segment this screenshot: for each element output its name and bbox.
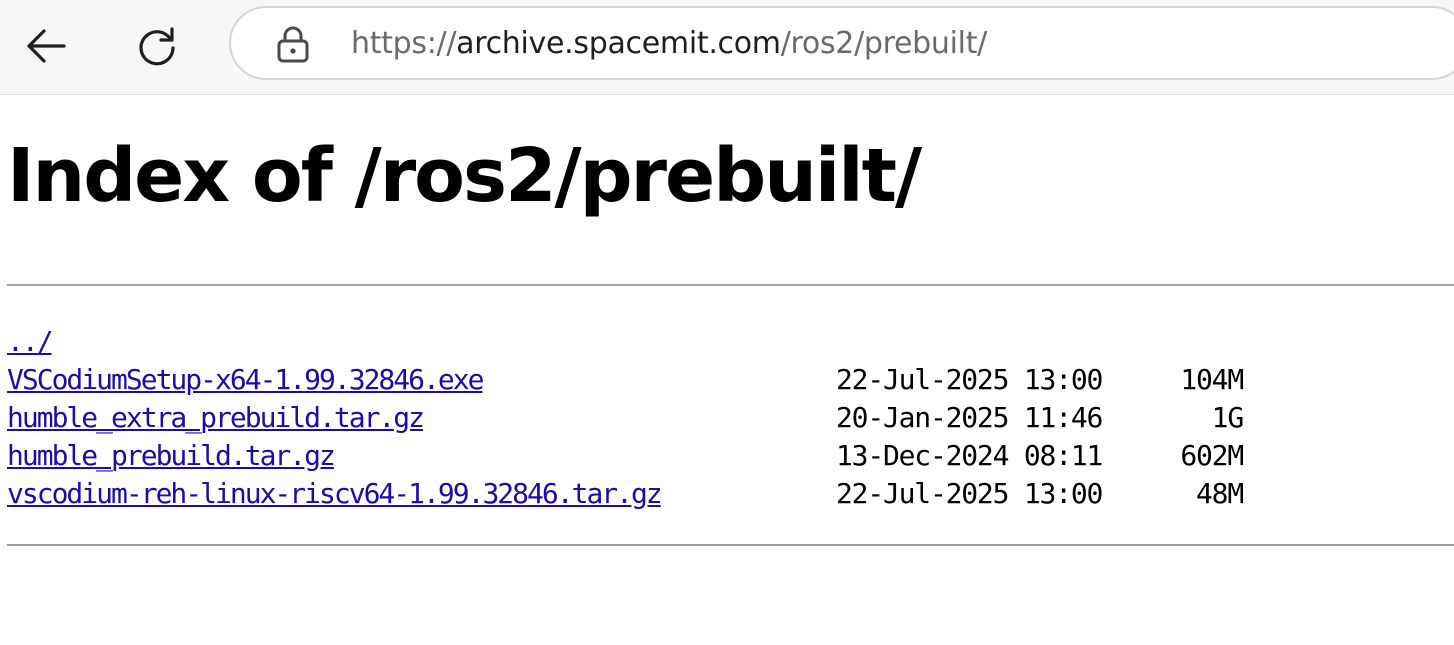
file-size: 48M xyxy=(1196,477,1244,510)
file-date: 22-Jul-2025 13:00 xyxy=(836,477,1103,510)
address-bar[interactable]: https://archive.spacemit.com/ros2/prebui… xyxy=(229,6,1454,80)
page-content: Index of /ros2/prebuilt/ ../ VSCodiumSet… xyxy=(0,95,1454,645)
divider-bottom xyxy=(7,544,1454,546)
browser-toolbar: https://archive.spacemit.com/ros2/prebui… xyxy=(0,0,1454,95)
parent-directory-link[interactable]: ../ xyxy=(7,323,54,361)
file-link[interactable]: VSCodiumSetup-x64-1.99.32846.exe xyxy=(7,361,484,399)
back-arrow-icon xyxy=(27,29,66,63)
url-path: /ros2/prebuilt/ xyxy=(780,26,988,61)
divider-top xyxy=(7,284,1454,286)
file-date: 13-Dec-2024 08:11 xyxy=(836,439,1103,472)
url-host: archive.spacemit.com xyxy=(456,26,781,61)
url-scheme: https:// xyxy=(351,26,457,61)
file-size: 104M xyxy=(1180,363,1244,396)
file-size: 602M xyxy=(1180,439,1244,472)
file-link[interactable]: vscodium-reh-linux-riscv64-1.99.32846.ta… xyxy=(7,475,663,513)
file-size: 1G xyxy=(1211,401,1245,434)
site-info-button[interactable] xyxy=(273,24,313,64)
file-link[interactable]: humble_extra_prebuild.tar.gz xyxy=(7,399,425,437)
file-date: 20-Jan-2025 11:46 xyxy=(836,401,1103,434)
lock-icon xyxy=(277,26,309,63)
file-date: 22-Jul-2025 13:00 xyxy=(836,363,1103,396)
page-title: Index of /ros2/prebuilt/ xyxy=(7,133,922,219)
reload-icon xyxy=(139,27,175,66)
back-button[interactable] xyxy=(16,16,76,76)
url-text[interactable]: https://archive.spacemit.com/ros2/prebui… xyxy=(351,24,987,64)
file-link[interactable]: humble_prebuild.tar.gz xyxy=(7,437,336,475)
reload-button[interactable] xyxy=(127,16,187,76)
